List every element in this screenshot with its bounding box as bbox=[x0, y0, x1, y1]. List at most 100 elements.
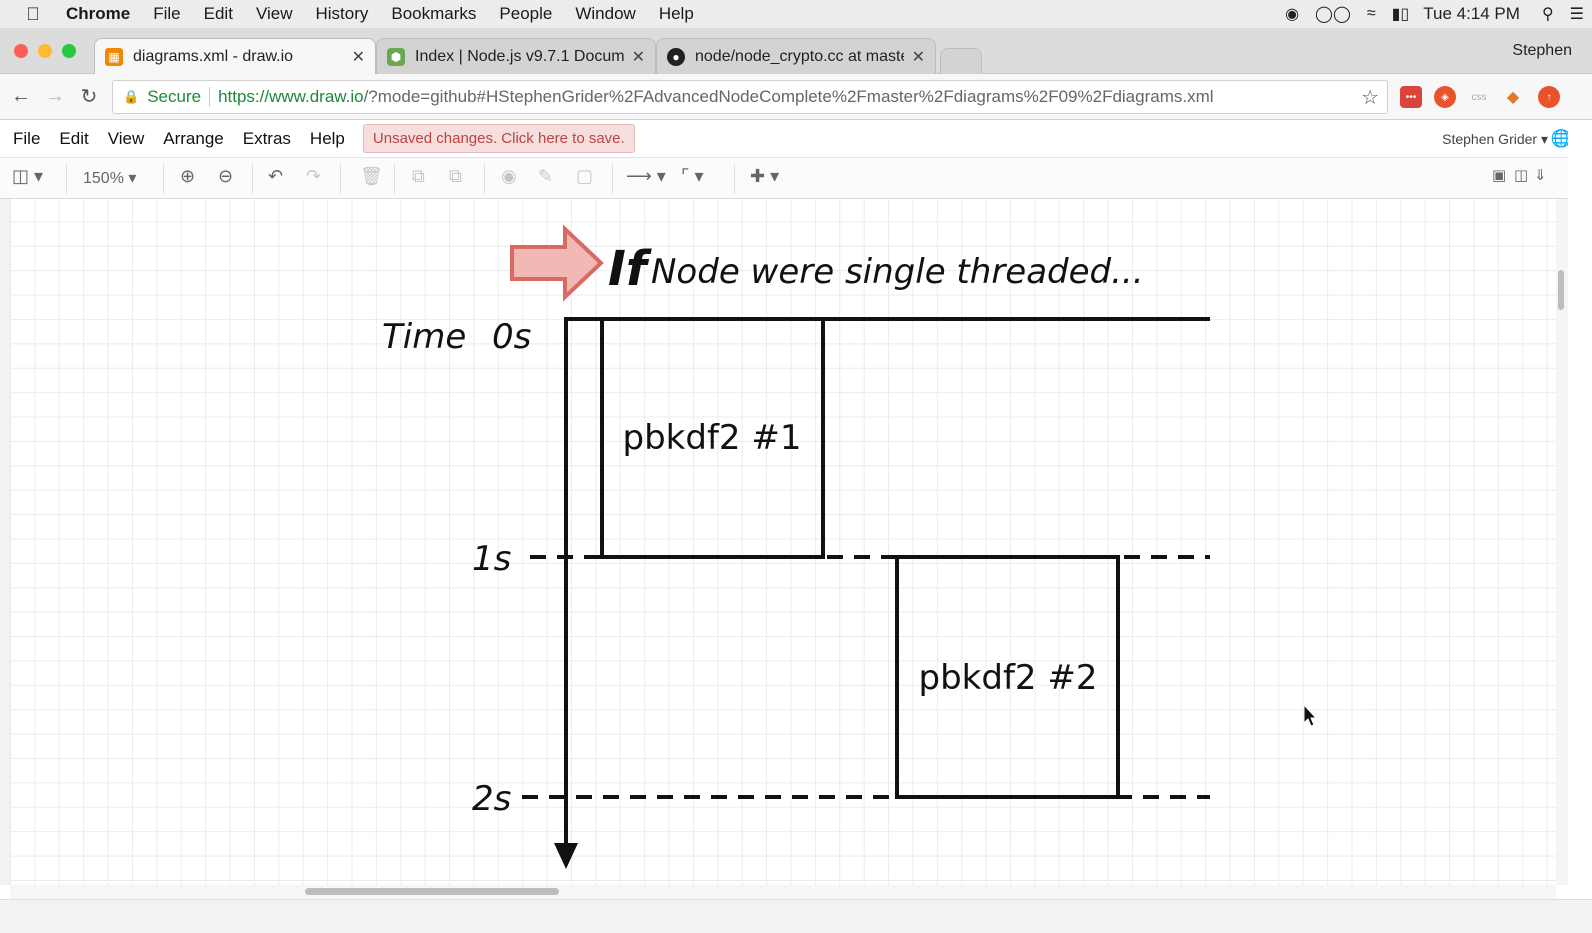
extension-metamask-icon[interactable]: ◆ bbox=[1502, 86, 1524, 108]
to-back-icon[interactable]: ⧉ bbox=[449, 166, 462, 187]
app-menu-chrome[interactable]: Chrome bbox=[66, 4, 130, 24]
horizontal-scrollbar[interactable] bbox=[10, 885, 1556, 899]
address-bar[interactable]: 🔒 Secure https://www.draw.io /?mode=gith… bbox=[112, 80, 1388, 114]
window-zoom-button[interactable] bbox=[62, 44, 76, 58]
tab-nodejs-docs[interactable]: ⬢ Index | Node.js v9.7.1 Documer ✕ bbox=[376, 38, 656, 74]
fill-color-icon[interactable]: ◉ bbox=[501, 166, 517, 187]
mac-menu-window[interactable]: Window bbox=[575, 4, 635, 24]
page-tabs-bar[interactable] bbox=[0, 899, 1592, 933]
diagram: If Node were single threaded... Time 0s … bbox=[382, 224, 1318, 869]
zoom-out-icon[interactable]: ⊖ bbox=[218, 166, 233, 187]
lock-icon: 🔒 bbox=[123, 89, 140, 104]
mac-menu-history[interactable]: History bbox=[315, 4, 368, 24]
back-arrow-icon[interactable]: ← bbox=[4, 85, 38, 108]
line-color-icon[interactable]: ✎ bbox=[538, 166, 553, 187]
zoom-level: 150% bbox=[83, 170, 124, 187]
pbkdf2-box-1-label: pbkdf2 #1 bbox=[623, 418, 802, 458]
tab-close-icon[interactable]: ✕ bbox=[632, 47, 645, 67]
profile-name[interactable]: Stephen bbox=[1512, 42, 1572, 60]
forward-arrow-icon[interactable]: → bbox=[38, 85, 72, 108]
bookmark-star-icon[interactable]: ☆ bbox=[1361, 85, 1379, 110]
mac-menu-view[interactable]: View bbox=[256, 4, 293, 24]
window-minimize-button[interactable] bbox=[38, 44, 52, 58]
mac-menu-help[interactable]: Help bbox=[659, 4, 694, 24]
drawio-favicon-icon: ▦ bbox=[105, 48, 123, 66]
horizontal-scrollbar-thumb[interactable] bbox=[305, 888, 559, 895]
heading-if[interactable]: If bbox=[608, 241, 652, 297]
drawio-menu-file[interactable]: File bbox=[13, 129, 40, 149]
sidebar-collapsed-handle[interactable] bbox=[0, 199, 10, 885]
browser-toolbar: ← → ↻ 🔒 Secure https://www.draw.io /?mod… bbox=[0, 74, 1592, 120]
nodejs-favicon-icon: ⬢ bbox=[387, 47, 405, 66]
heading-text[interactable]: Node were single threaded... bbox=[651, 252, 1144, 292]
glasses-icon[interactable]: ◯◯ bbox=[1315, 4, 1351, 24]
tab-close-icon[interactable]: ✕ bbox=[912, 47, 925, 67]
toggle-panel-icon[interactable]: ◫ bbox=[1514, 166, 1528, 184]
fullscreen-icon[interactable]: ▣ bbox=[1492, 166, 1506, 184]
tab-title: Index | Node.js v9.7.1 Documer bbox=[415, 47, 624, 65]
insert-plus-icon[interactable]: ✚ ▾ bbox=[750, 166, 779, 187]
clock[interactable]: Tue 4:14 PM bbox=[1423, 4, 1520, 24]
time-axis-arrowhead-icon bbox=[554, 843, 578, 869]
wifi-icon[interactable]: ≈ bbox=[1367, 5, 1376, 23]
secure-label: Secure bbox=[147, 87, 202, 106]
tab-close-icon[interactable]: ✕ bbox=[352, 47, 365, 67]
battery-icon[interactable]: ▮▯ bbox=[1392, 4, 1410, 24]
window-close-button[interactable] bbox=[14, 44, 28, 58]
tab-title: node/node_crypto.cc at maste bbox=[695, 47, 904, 65]
github-favicon-icon: ● bbox=[667, 47, 685, 66]
extension-css-icon[interactable]: css bbox=[1468, 86, 1490, 108]
redo-icon[interactable]: ↷ bbox=[306, 166, 321, 187]
drawing-canvas[interactable]: If Node were single threaded... Time 0s … bbox=[10, 199, 1556, 885]
format-panel-icon[interactable]: ◫ ▾ bbox=[12, 166, 43, 187]
undo-icon[interactable]: ↶ bbox=[268, 166, 283, 187]
zoom-in-icon[interactable]: ⊕ bbox=[180, 166, 195, 187]
new-tab-button[interactable] bbox=[940, 48, 982, 74]
mac-menu-people[interactable]: People bbox=[499, 4, 552, 24]
tab-drawio[interactable]: ▦ diagrams.xml - draw.io ✕ bbox=[94, 38, 376, 75]
drawio-menu-edit[interactable]: Edit bbox=[59, 129, 88, 149]
tab-github[interactable]: ● node/node_crypto.cc at maste ✕ bbox=[656, 38, 936, 74]
shadow-icon[interactable]: ▢ bbox=[576, 166, 593, 187]
to-front-icon[interactable]: ⧉ bbox=[412, 166, 425, 187]
url-host: https://www.draw.io bbox=[218, 87, 364, 106]
connection-style-icon[interactable]: ⟶ ▾ bbox=[626, 166, 666, 187]
drawio-menu-arrange[interactable]: Arrange bbox=[163, 129, 223, 149]
record-icon[interactable]: ◉ bbox=[1285, 4, 1299, 24]
time-label[interactable]: Time bbox=[382, 317, 466, 357]
mac-menu-edit[interactable]: Edit bbox=[204, 4, 233, 24]
extension-update-icon[interactable]: ↑ bbox=[1538, 86, 1560, 108]
vertical-scrollbar-thumb[interactable] bbox=[1558, 270, 1564, 310]
tick-label-2s[interactable]: 2s bbox=[472, 779, 511, 819]
tab-title: diagrams.xml - draw.io bbox=[133, 48, 294, 65]
drawio-menubar: File Edit View Arrange Extras Help Unsav… bbox=[0, 120, 1592, 157]
mac-menu-bookmarks[interactable]: Bookmarks bbox=[391, 4, 476, 24]
unsaved-changes-button[interactable]: Unsaved changes. Click here to save. bbox=[362, 124, 635, 153]
drawio-menu-extras[interactable]: Extras bbox=[243, 129, 291, 149]
notification-center-icon[interactable]: ☰ bbox=[1570, 4, 1584, 24]
drawio-toolbar: ◫ ▾ 150% ▾ ⊕ ⊖ ↶ ↷ 🗑 ⧉ ⧉ ◉ ✎ ▢ ⟶ ▾ ⌜ ▾ ✚… bbox=[0, 157, 1592, 199]
delete-icon[interactable]: 🗑 bbox=[360, 166, 383, 187]
zoom-dropdown[interactable]: 150% ▾ bbox=[83, 168, 136, 188]
extension-lastpass-icon[interactable]: ••• bbox=[1400, 86, 1422, 108]
collapse-toolbar-icon[interactable]: ⇓ bbox=[1534, 166, 1547, 184]
apple-icon[interactable]:  bbox=[0, 4, 66, 25]
user-menu[interactable]: Stephen Grider ▾ bbox=[1442, 131, 1548, 148]
extension-brave-icon[interactable]: ◈ bbox=[1434, 86, 1456, 108]
mouse-cursor-icon bbox=[1303, 703, 1318, 727]
waypoints-icon[interactable]: ⌜ ▾ bbox=[681, 166, 703, 187]
tick-label-1s[interactable]: 1s bbox=[472, 539, 511, 579]
drawio-menu-help[interactable]: Help bbox=[310, 129, 345, 149]
drawio-menu-view[interactable]: View bbox=[108, 129, 145, 149]
reload-icon[interactable]: ↻ bbox=[72, 84, 106, 109]
spotlight-search-icon[interactable]: ⚲ bbox=[1542, 4, 1554, 24]
url-path: /?mode=github#HStephenGrider%2FAdvancedN… bbox=[363, 87, 1214, 106]
mac-menu-file[interactable]: File bbox=[153, 4, 180, 24]
arrow-path bbox=[510, 224, 604, 302]
macos-menu-bar:  Chrome File Edit View History Bookmark… bbox=[0, 0, 1592, 28]
tick-label-0s[interactable]: 0s bbox=[492, 317, 531, 357]
pbkdf2-box-2-label: pbkdf2 #2 bbox=[919, 658, 1098, 698]
right-arrow-shape[interactable] bbox=[510, 224, 604, 302]
user-name: Stephen Grider bbox=[1442, 131, 1538, 147]
browser-tab-strip: ▦ diagrams.xml - draw.io ✕ ⬢ Index | Nod… bbox=[0, 28, 1592, 75]
